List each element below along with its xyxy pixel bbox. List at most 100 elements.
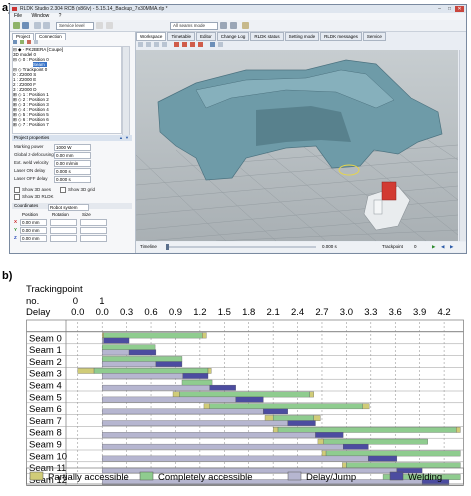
tab-rldk-messages[interactable]: RLDK messages [320, 32, 362, 41]
prop-defocus-input[interactable]: 0.00 mm [54, 152, 91, 159]
zoom-icon[interactable] [218, 42, 223, 47]
tab-rldk-status[interactable]: RLDK status [250, 32, 284, 41]
viewport-scrollbar[interactable] [459, 50, 466, 241]
undo-icon[interactable] [34, 22, 41, 29]
bar-complete [103, 332, 203, 339]
tab-change-log[interactable]: Change Log [216, 32, 250, 41]
tab-service[interactable]: Service [362, 32, 386, 41]
prop-velocity-input[interactable]: 0.00 m/min [54, 160, 91, 167]
tree-up-icon[interactable] [34, 40, 38, 44]
seam-label: Seam 7 [29, 416, 62, 427]
seam-mode-select[interactable]: All seams mode [170, 22, 218, 30]
open-icon[interactable] [13, 22, 20, 29]
minimize-button[interactable]: – [435, 6, 444, 12]
bar-delay [102, 337, 104, 344]
view-xy-icon[interactable] [146, 42, 151, 47]
service-level-select[interactable]: Service level [56, 22, 94, 30]
x-tick-label: 0.0 [96, 307, 109, 318]
prop-marking-power-input[interactable]: 1000 W [54, 144, 91, 151]
rot-x-input[interactable] [50, 219, 77, 226]
bar-delay [102, 384, 210, 391]
legend-label: Delay/Jump [306, 472, 356, 483]
view-tool-icon[interactable] [174, 42, 179, 47]
workspace-panel: Workspace Timetable Editor Change Log RLDK s… [136, 32, 466, 253]
checkbox[interactable] [60, 186, 66, 193]
bar-delay [102, 349, 130, 356]
tree-copy-icon[interactable] [20, 40, 24, 44]
pos-y-input[interactable]: 0.00 mm [20, 227, 47, 234]
view-3d-icon[interactable] [138, 42, 143, 47]
x-tick-label: 2.7 [315, 307, 328, 318]
timeline-handle[interactable] [166, 244, 169, 250]
view-tool-icon[interactable] [190, 42, 195, 47]
tab-connection[interactable]: Connection [35, 33, 66, 40]
project-tree[interactable]: ⊟ ◆ - PK2BERA [Coupe] 3D model 0 ⊟ ◇ 0 :… [12, 46, 122, 134]
close-button[interactable]: ✕ [455, 6, 464, 12]
x-tick-label: 0.3 [120, 307, 133, 318]
collapse-up-icon[interactable]: ▲ [119, 136, 123, 140]
legend-swatch [29, 471, 44, 481]
rot-z-input[interactable] [50, 235, 77, 242]
tree-add-icon[interactable] [13, 40, 17, 44]
tree-delete-icon[interactable] [27, 40, 31, 44]
prop-label: Laser OFF delay [14, 176, 48, 181]
step-forward-button[interactable]: ▶ [450, 242, 453, 252]
play-button[interactable]: ▶ [432, 242, 435, 252]
redo-icon[interactable] [43, 22, 50, 29]
pos-x-input[interactable]: 0.00 mm [20, 219, 47, 226]
x-tick-label: 3.6 [389, 307, 402, 318]
checkbox[interactable] [14, 193, 20, 200]
step-back-button[interactable]: ◀ [441, 242, 444, 252]
legend-swatch [287, 471, 302, 481]
3d-viewport[interactable] [136, 50, 458, 241]
bar-welding [315, 432, 344, 438]
refresh-icon[interactable] [96, 22, 103, 29]
pos-z-input[interactable]: 0.00 mm [20, 235, 47, 242]
timeline-label: Timeline [140, 244, 157, 249]
tab-workspace[interactable]: Workspace [136, 32, 167, 41]
tab-project[interactable]: Project [12, 33, 35, 40]
menu-file[interactable]: File [14, 13, 22, 19]
stop-icon[interactable] [220, 22, 227, 29]
checkbox[interactable] [14, 186, 20, 193]
tab-timetable[interactable]: Timetable [167, 32, 196, 41]
expand-down-icon[interactable]: ▼ [125, 136, 129, 140]
header-trackingpoint: Trackingpoint [26, 284, 83, 295]
maximize-button[interactable]: □ [445, 6, 454, 12]
rot-y-input[interactable] [50, 227, 77, 234]
left-tabs: Project Connection [12, 33, 67, 40]
x-tick-label: 2.1 [267, 307, 280, 318]
view-tool-icon[interactable] [198, 42, 203, 47]
bar-welding [103, 337, 130, 344]
prop-laser-on-input[interactable]: 0.000 s [54, 168, 91, 175]
menu-help[interactable]: ? [59, 13, 62, 19]
check-axes[interactable]: Show 3D axes [14, 186, 51, 193]
play-icon[interactable] [230, 22, 237, 29]
size-x-input[interactable] [80, 219, 107, 226]
bar-welding [342, 443, 369, 450]
tree-item[interactable]: ⊟ ◇ 0 : Position 0 [13, 57, 121, 62]
view-yz-icon[interactable] [154, 42, 159, 47]
check-grid[interactable]: Show 3D grid [60, 186, 95, 193]
legend-label: Partially accessible [48, 472, 129, 483]
coordinates-select[interactable]: Robot system [48, 204, 89, 211]
tab-editor[interactable]: Editor [196, 32, 216, 41]
size-z-input[interactable] [80, 235, 107, 242]
prop-laser-off-input[interactable]: 0.000 s [54, 176, 91, 183]
help-icon[interactable] [106, 22, 113, 29]
size-y-input[interactable] [80, 227, 107, 234]
tab-setting-mode[interactable]: Setting mode [284, 32, 320, 41]
view-tool-icon[interactable] [182, 42, 187, 47]
menu-window[interactable]: Window [31, 13, 49, 19]
check-rldk[interactable]: Show 3D RLDK [14, 193, 54, 200]
view-xz-icon[interactable] [162, 42, 167, 47]
timeline-slider[interactable] [166, 244, 316, 250]
bar-complete [346, 462, 461, 469]
move-icon[interactable] [210, 42, 215, 47]
tree-item[interactable]: ⊞ ◇ 7 : Position 7 [13, 122, 121, 127]
edit-icon[interactable] [242, 22, 249, 29]
tree-scrollbar[interactable] [122, 46, 130, 136]
seam-label: Seam 10 [29, 451, 67, 462]
axis-y-label: Y [14, 227, 18, 232]
save-icon[interactable] [22, 22, 29, 29]
